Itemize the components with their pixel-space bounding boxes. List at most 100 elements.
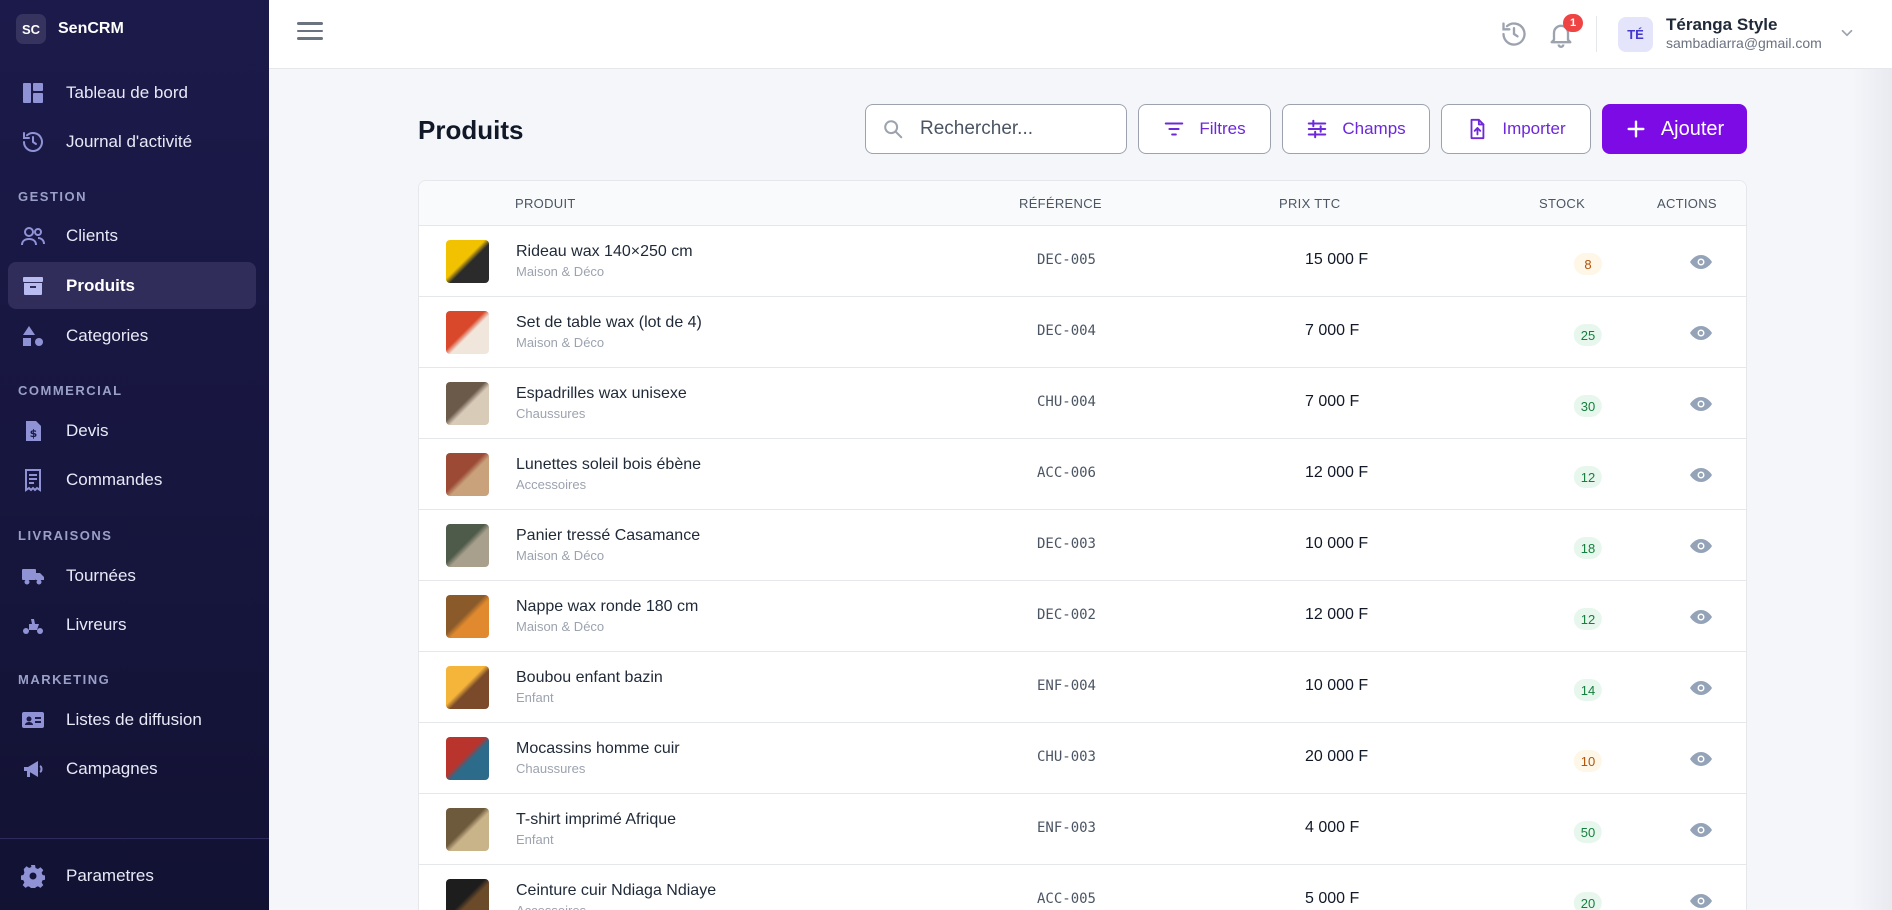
product-thumbnail — [446, 524, 489, 567]
product-category: Chaussures — [516, 406, 586, 421]
sidebar-item-clients[interactable]: Clients — [8, 212, 256, 259]
product-name[interactable]: Rideau wax 140×250 cm — [516, 243, 693, 261]
sidebar: SC SenCRM Tableau de bord Journal d'acti… — [0, 0, 269, 910]
eye-icon[interactable] — [1689, 392, 1713, 416]
truck-icon — [20, 563, 46, 589]
product-category: Enfant — [516, 690, 554, 705]
table-row[interactable]: Boubou enfant bazin Enfant ENF-004 10 00… — [419, 652, 1746, 723]
product-name[interactable]: Mocassins homme cuir — [516, 740, 680, 758]
eye-icon[interactable] — [1689, 321, 1713, 345]
eye-icon[interactable] — [1689, 818, 1713, 842]
sidebar-item-listes-diffusion[interactable]: Listes de diffusion — [8, 696, 256, 743]
sidebar-item-campagnes[interactable]: Campagnes — [8, 745, 256, 792]
user-name[interactable]: Téranga Style — [1666, 15, 1778, 35]
sidebar-divider — [0, 838, 269, 839]
eye-icon[interactable] — [1689, 747, 1713, 771]
contact-card-icon — [20, 707, 46, 733]
table-row[interactable]: Ceinture cuir Ndiaga Ndiaye Accessoires … — [419, 865, 1746, 910]
section-label-gestion: GESTION — [18, 189, 88, 204]
product-name[interactable]: Espadrilles wax unisexe — [516, 385, 687, 403]
eye-icon[interactable] — [1689, 676, 1713, 700]
column-header-stock[interactable]: STOCK — [1539, 196, 1585, 211]
product-reference: ACC-006 — [1036, 465, 1096, 481]
product-category: Chaussures — [516, 761, 586, 776]
sidebar-item-produits[interactable]: Produits — [8, 262, 256, 309]
table-body: Rideau wax 140×250 cm Maison & Déco DEC-… — [419, 226, 1746, 910]
fields-button[interactable]: Champs — [1282, 104, 1430, 154]
chevron-down-icon[interactable] — [1838, 24, 1856, 42]
sidebar-item-label: Listes de diffusion — [66, 709, 202, 729]
eye-icon[interactable] — [1689, 463, 1713, 487]
history-icon[interactable] — [1500, 20, 1528, 48]
section-label-livraisons: LIVRAISONS — [18, 528, 113, 543]
product-name[interactable]: Panier tressé Casamance — [516, 527, 700, 545]
product-price: 10 000 F — [1305, 535, 1369, 552]
import-button[interactable]: Importer — [1441, 104, 1591, 154]
eye-icon[interactable] — [1689, 534, 1713, 558]
eye-icon[interactable] — [1689, 605, 1713, 629]
search-field[interactable] — [865, 104, 1127, 154]
product-name[interactable]: T-shirt imprimé Afrique — [516, 811, 676, 829]
sidebar-item-activity-log[interactable]: Journal d'activité — [8, 118, 256, 165]
divider — [1596, 16, 1597, 52]
gear-icon — [20, 863, 46, 889]
stock-badge: 20 — [1573, 892, 1603, 910]
table-row[interactable]: Espadrilles wax unisexe Chaussures CHU-0… — [419, 368, 1746, 439]
stock-badge: 8 — [1574, 253, 1602, 275]
product-reference: DEC-004 — [1036, 323, 1096, 339]
product-price: 5 000 F — [1305, 890, 1360, 907]
sidebar-item-devis[interactable]: $ Devis — [8, 407, 256, 454]
brand[interactable]: SC SenCRM — [0, 0, 269, 58]
search-input[interactable] — [920, 118, 1100, 140]
avatar[interactable]: TÉ — [1618, 17, 1653, 52]
eye-icon[interactable] — [1689, 250, 1713, 274]
product-category: Accessoires — [516, 903, 586, 910]
table-row[interactable]: T-shirt imprimé Afrique Enfant ENF-003 4… — [419, 794, 1746, 865]
sidebar-item-dashboard[interactable]: Tableau de bord — [8, 69, 256, 116]
fields-label: Champs — [1342, 119, 1406, 138]
shapes-icon — [20, 323, 46, 349]
stock-badge: 12 — [1573, 466, 1603, 488]
product-reference: DEC-002 — [1036, 607, 1096, 623]
filters-label: Filtres — [1199, 119, 1246, 138]
column-header-reference[interactable]: RÉFÉRENCE — [1019, 196, 1102, 211]
filters-button[interactable]: Filtres — [1138, 104, 1271, 154]
sidebar-item-tournees[interactable]: Tournées — [8, 552, 256, 599]
document-dollar-icon: $ — [20, 418, 46, 444]
table-row[interactable]: Nappe wax ronde 180 cm Maison & Déco DEC… — [419, 581, 1746, 652]
notification-badge: 1 — [1563, 14, 1583, 32]
product-name[interactable]: Nappe wax ronde 180 cm — [516, 598, 698, 616]
sidebar-item-parametres[interactable]: Parametres — [8, 852, 256, 899]
dashboard-icon — [20, 80, 46, 106]
scooter-icon — [20, 612, 46, 638]
product-reference: CHU-004 — [1036, 394, 1096, 410]
column-header-actions: ACTIONS — [1657, 196, 1717, 211]
product-name[interactable]: Ceinture cuir Ndiaga Ndiaye — [516, 882, 716, 900]
column-header-price[interactable]: PRIX TTC — [1279, 196, 1340, 211]
sidebar-item-commandes[interactable]: Commandes — [8, 456, 256, 503]
table-row[interactable]: Panier tressé Casamance Maison & Déco DE… — [419, 510, 1746, 581]
table-row[interactable]: Rideau wax 140×250 cm Maison & Déco DEC-… — [419, 226, 1746, 297]
product-name[interactable]: Boubou enfant bazin — [516, 669, 663, 687]
product-price: 10 000 F — [1305, 677, 1369, 694]
menu-toggle-icon[interactable] — [297, 22, 323, 44]
product-thumbnail — [446, 666, 489, 709]
receipt-icon — [20, 467, 46, 493]
search-icon — [884, 120, 903, 139]
table-row[interactable]: Mocassins homme cuir Chaussures CHU-003 … — [419, 723, 1746, 794]
sidebar-item-categories[interactable]: Categories — [8, 312, 256, 359]
product-price: 12 000 F — [1305, 464, 1369, 481]
product-thumbnail — [446, 382, 489, 425]
product-category: Maison & Déco — [516, 619, 605, 634]
product-price: 7 000 F — [1305, 322, 1360, 339]
product-thumbnail — [446, 240, 489, 283]
product-name[interactable]: Set de table wax (lot de 4) — [516, 314, 702, 332]
product-name[interactable]: Lunettes soleil bois ébène — [516, 456, 701, 474]
add-button[interactable]: Ajouter — [1602, 104, 1747, 154]
sidebar-item-livreurs[interactable]: Livreurs — [8, 601, 256, 648]
brand-logo: SC — [16, 14, 46, 44]
column-header-product[interactable]: PRODUIT — [515, 196, 576, 211]
eye-icon[interactable] — [1689, 889, 1713, 910]
table-row[interactable]: Set de table wax (lot de 4) Maison & Déc… — [419, 297, 1746, 368]
table-row[interactable]: Lunettes soleil bois ébène Accessoires A… — [419, 439, 1746, 510]
